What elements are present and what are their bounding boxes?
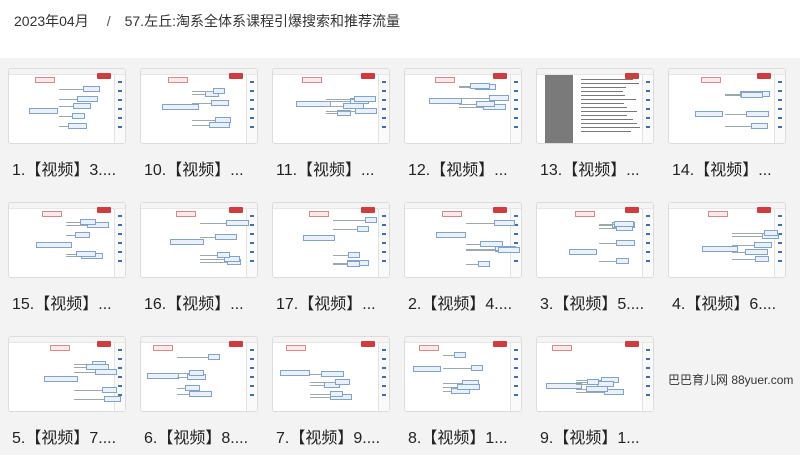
- video-thumbnail[interactable]: [8, 68, 126, 144]
- file-card[interactable]: 6.【视频】8....: [140, 336, 262, 458]
- file-card[interactable]: 2.【视频】4....: [404, 202, 526, 324]
- file-card[interactable]: 10.【视频】...: [140, 68, 262, 190]
- video-thumbnail[interactable]: [668, 202, 786, 278]
- breadcrumb-date[interactable]: 2023年04月: [14, 11, 89, 31]
- video-thumbnail[interactable]: [8, 336, 126, 412]
- file-label[interactable]: 2.【视频】4....: [408, 290, 526, 314]
- file-card[interactable]: 16.【视频】...: [140, 202, 262, 324]
- video-thumbnail[interactable]: [140, 68, 258, 144]
- video-thumbnail[interactable]: [272, 202, 390, 278]
- file-card[interactable]: 17.【视频】...: [272, 202, 394, 324]
- video-thumbnail[interactable]: [536, 68, 654, 144]
- file-label[interactable]: 10.【视频】...: [144, 156, 262, 180]
- file-label[interactable]: 8.【视频】1...: [408, 424, 526, 448]
- video-thumbnail[interactable]: [140, 336, 258, 412]
- file-label[interactable]: 13.【视频】...: [540, 156, 658, 180]
- video-thumbnail[interactable]: [668, 68, 786, 144]
- brand-logo-icon: [361, 341, 375, 347]
- video-thumbnail[interactable]: [404, 68, 522, 144]
- video-thumbnail[interactable]: [272, 68, 390, 144]
- watermark: 巴巴育儿网 88yuer.com: [668, 373, 794, 387]
- file-card[interactable]: 7.【视频】9....: [272, 336, 394, 458]
- breadcrumb: 2023年04月 / 57.左丘:淘系全体系课程引爆搜索和推荐流量: [14, 10, 400, 32]
- breadcrumb-folder: 57.左丘:淘系全体系课程引爆搜索和推荐流量: [124, 13, 400, 29]
- video-thumbnail[interactable]: [272, 336, 390, 412]
- file-card[interactable]: 14.【视频】...: [668, 68, 790, 190]
- file-card[interactable]: 12.【视频】...: [404, 68, 526, 190]
- file-card[interactable]: 9.【视频】1...: [536, 336, 658, 458]
- brand-logo-icon: [361, 73, 375, 79]
- brand-logo-icon: [229, 341, 243, 347]
- brand-logo-icon: [757, 73, 771, 79]
- file-label[interactable]: 14.【视频】...: [672, 156, 790, 180]
- file-card[interactable]: 3.【视频】5....: [536, 202, 658, 324]
- file-card[interactable]: 1.【视频】3....: [8, 68, 130, 190]
- video-thumbnail[interactable]: [140, 202, 258, 278]
- brand-logo-icon: [625, 207, 639, 213]
- video-thumbnail[interactable]: [536, 336, 654, 412]
- video-thumbnail[interactable]: [536, 202, 654, 278]
- file-card[interactable]: 4.【视频】6....: [668, 202, 790, 324]
- file-label[interactable]: 11.【视频】...: [276, 156, 394, 180]
- video-thumbnail[interactable]: [404, 202, 522, 278]
- brand-logo-icon: [493, 73, 507, 79]
- file-label[interactable]: 4.【视频】6....: [672, 290, 790, 314]
- brand-logo-icon: [97, 207, 111, 213]
- breadcrumb-separator: /: [106, 13, 111, 29]
- brand-logo-icon: [229, 207, 243, 213]
- brand-logo-icon: [97, 341, 111, 347]
- file-card[interactable]: 13.【视频】...: [536, 68, 658, 190]
- file-label[interactable]: 16.【视频】...: [144, 290, 262, 314]
- file-card[interactable]: 5.【视频】7....: [8, 336, 130, 458]
- file-grid-panel: 1.【视频】3.... 10.【视频】... 11.【视频】... 12.【视频】..…: [0, 58, 800, 455]
- brand-logo-icon: [229, 73, 243, 79]
- file-card[interactable]: 8.【视频】1...: [404, 336, 526, 458]
- file-label[interactable]: 6.【视频】8....: [144, 424, 262, 448]
- brand-logo-icon: [493, 207, 507, 213]
- file-label[interactable]: 15.【视频】...: [12, 290, 130, 314]
- file-label[interactable]: 7.【视频】9....: [276, 424, 394, 448]
- video-thumbnail[interactable]: [8, 202, 126, 278]
- file-label[interactable]: 9.【视频】1...: [540, 424, 658, 448]
- video-thumbnail[interactable]: [404, 336, 522, 412]
- file-label[interactable]: 1.【视频】3....: [12, 156, 130, 180]
- brand-logo-icon: [493, 341, 507, 347]
- file-label[interactable]: 12.【视频】...: [408, 156, 526, 180]
- brand-logo-icon: [97, 73, 111, 79]
- file-grid: 1.【视频】3.... 10.【视频】... 11.【视频】... 12.【视频】..…: [8, 68, 790, 458]
- brand-logo-icon: [625, 341, 639, 347]
- file-card[interactable]: 11.【视频】...: [272, 68, 394, 190]
- file-label[interactable]: 5.【视频】7....: [12, 424, 130, 448]
- brand-logo-icon: [361, 207, 375, 213]
- file-card[interactable]: 15.【视频】...: [8, 202, 130, 324]
- file-label[interactable]: 17.【视频】...: [276, 290, 394, 314]
- brand-logo-icon: [757, 207, 771, 213]
- file-label[interactable]: 3.【视频】5....: [540, 290, 658, 314]
